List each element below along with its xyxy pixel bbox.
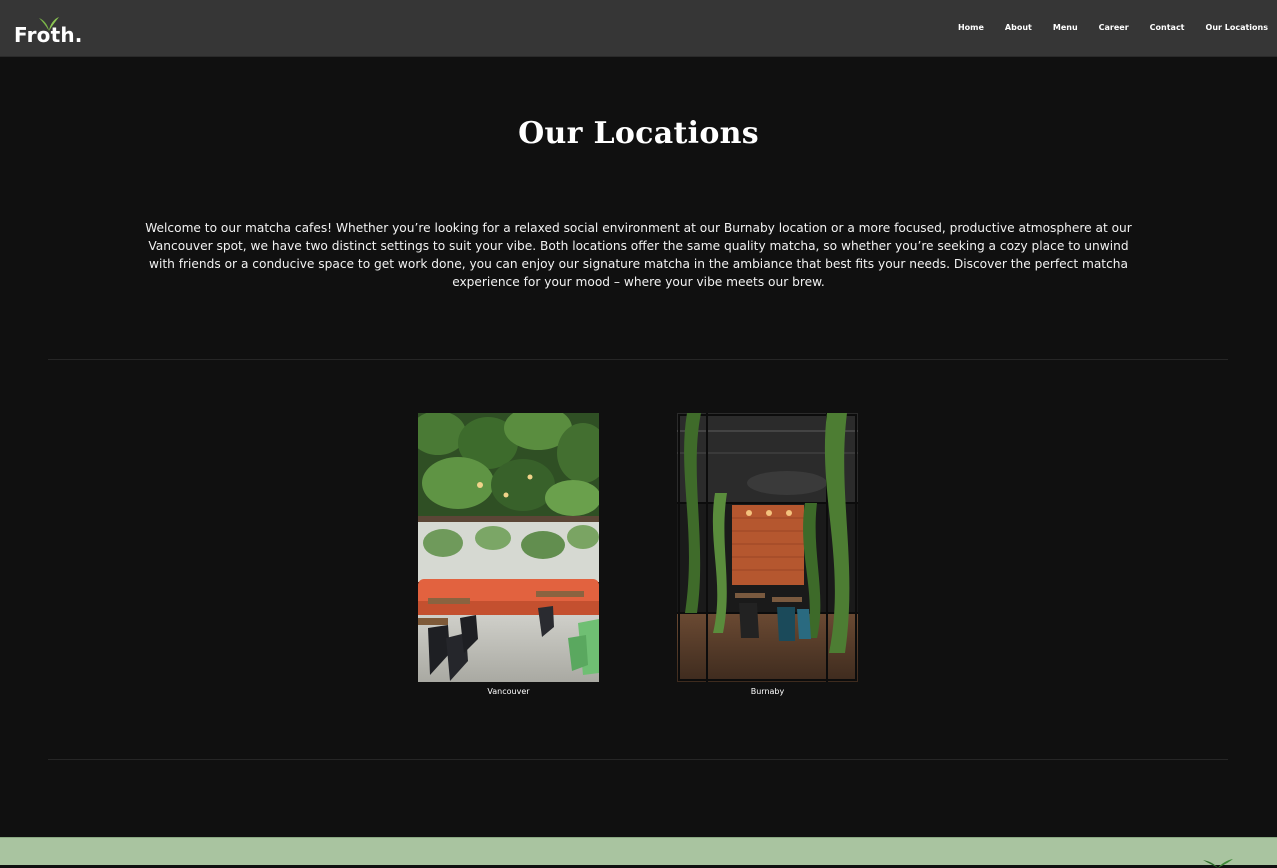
- site-footer: [0, 837, 1277, 868]
- intro-paragraph: Welcome to our matcha cafes! Whether you…: [145, 221, 1132, 289]
- nav-home[interactable]: Home: [958, 22, 984, 34]
- vancouver-cafe-image: [418, 413, 599, 682]
- page-title: Our Locations: [518, 116, 759, 151]
- leaf-icon: [1203, 859, 1233, 868]
- nav-our-locations[interactable]: Our Locations: [1206, 22, 1268, 34]
- location-card-vancouver[interactable]: Vancouver: [418, 413, 599, 696]
- nav-contact[interactable]: Contact: [1150, 22, 1185, 34]
- burnaby-cafe-image: [677, 413, 858, 682]
- location-label-burnaby: Burnaby: [750, 687, 785, 696]
- logo-text: Froth.: [14, 23, 83, 47]
- site-header: Froth. Home About Menu Career Contact Ou…: [0, 0, 1277, 57]
- main-nav: Home About Menu Career Contact Our Locat…: [937, 22, 1268, 34]
- nav-career[interactable]: Career: [1099, 22, 1129, 34]
- location-card-burnaby[interactable]: Burnaby: [677, 413, 858, 696]
- location-label-vancouver: Vancouver: [487, 687, 530, 696]
- divider-bottom: [48, 759, 1228, 760]
- nav-about[interactable]: About: [1005, 22, 1032, 34]
- nav-menu[interactable]: Menu: [1053, 22, 1078, 34]
- logo[interactable]: Froth.: [14, 16, 104, 52]
- divider-top: [48, 359, 1228, 360]
